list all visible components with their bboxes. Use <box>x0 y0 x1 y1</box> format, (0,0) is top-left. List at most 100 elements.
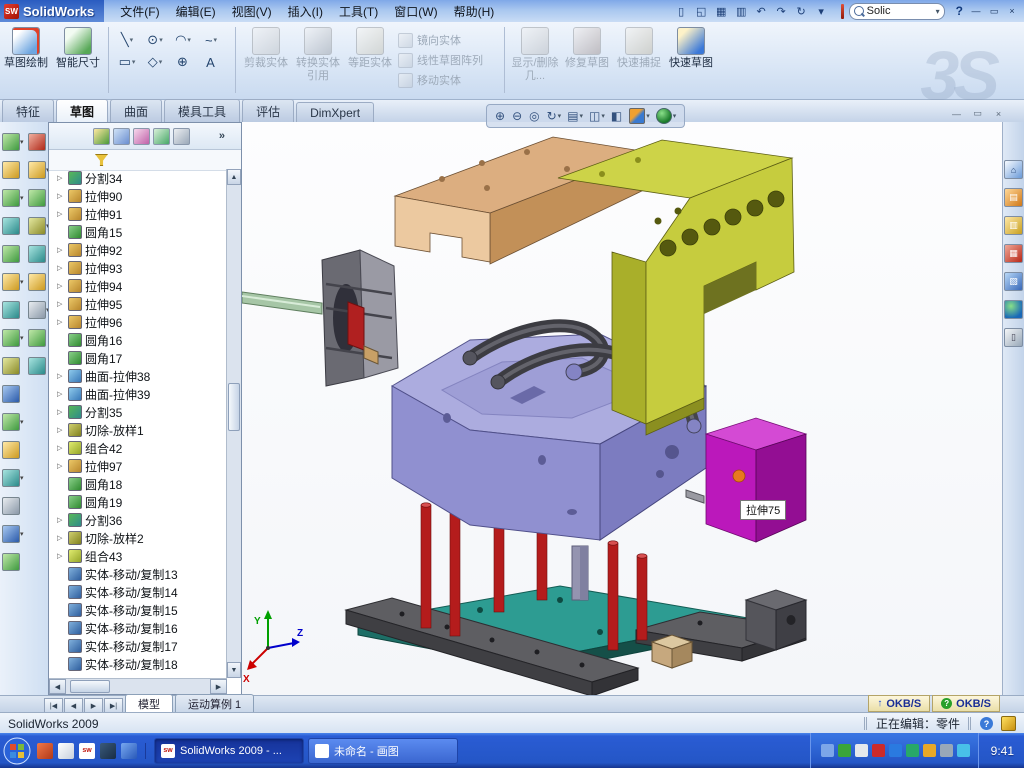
feature-tool-button[interactable] <box>0 492 26 520</box>
feature-tool-button[interactable] <box>0 548 26 576</box>
model-view[interactable]: Y X Z <box>242 122 1002 695</box>
status-help-icon[interactable]: ? <box>980 717 993 730</box>
tray-icon[interactable] <box>906 744 919 757</box>
tree-item[interactable]: ▷ 曲面-拉伸38 <box>49 367 227 385</box>
toolbar-stack-button[interactable]: 镜向实体 <box>396 31 500 49</box>
tree-item[interactable]: 实体-移动/复制18 <box>49 655 227 673</box>
feature-tree-tab-icon[interactable] <box>93 128 110 145</box>
feature-tool-button[interactable] <box>0 380 26 408</box>
dimxpert-manager-tab-icon[interactable] <box>153 128 170 145</box>
tab-nav-icon[interactable]: |◀ <box>44 698 63 713</box>
sketch-entity-button[interactable]: ▭ ▾ <box>113 51 141 73</box>
model-corner-block[interactable] <box>746 590 806 650</box>
tray-icon[interactable] <box>872 744 885 757</box>
quick-launch-icon[interactable] <box>37 743 53 759</box>
start-button[interactable] <box>3 737 31 765</box>
sketch-entity-button[interactable]: A <box>197 51 225 73</box>
ribbon-tab[interactable]: DimXpert <box>296 102 374 122</box>
taskbar-clock[interactable]: 9:41 <box>978 733 1024 768</box>
task-pane-tab-icon[interactable]: ▧ <box>1004 272 1023 291</box>
flyout-caret-icon[interactable]: ▾ <box>130 36 134 44</box>
toolbar-button[interactable]: 显示/删除几... <box>509 25 561 85</box>
tree-item[interactable]: ▷ 拉伸97 <box>49 457 227 475</box>
expand-arrow-icon[interactable]: ▷ <box>57 552 65 560</box>
flyout-caret-icon[interactable]: ▾ <box>646 112 650 120</box>
feature-tool-button[interactable]: ▾ <box>0 464 26 492</box>
standard-toolbar-icon[interactable]: ▥ <box>733 3 750 19</box>
toolbar-button[interactable]: 等距实体 <box>344 25 396 85</box>
expand-arrow-icon[interactable]: ▷ <box>57 408 65 416</box>
view-tool-button[interactable]: ▾ <box>627 107 652 125</box>
document-window-control-icon[interactable]: ▭ <box>969 106 986 121</box>
view-tool-button[interactable]: ⊕ <box>493 108 508 124</box>
view-tool-button[interactable]: ▾ <box>654 107 679 125</box>
model-support-post[interactable] <box>572 546 588 600</box>
tree-item[interactable]: 实体-移动/复制17 <box>49 637 227 655</box>
tray-icon[interactable] <box>923 744 936 757</box>
tray-icon[interactable] <box>940 744 953 757</box>
scroll-left-icon[interactable]: ◀ <box>49 679 66 694</box>
document-window-control-icon[interactable]: — <box>948 106 965 121</box>
sketch-entity-button[interactable]: ⊕ <box>169 51 197 73</box>
expand-arrow-icon[interactable]: ▷ <box>57 372 65 380</box>
expand-arrow-icon[interactable]: ▷ <box>57 516 65 524</box>
graphics-area[interactable]: Y X Z 拉伸75 <box>242 122 1002 695</box>
search-caret-icon[interactable]: ▾ <box>936 7 940 16</box>
ribbon-tab[interactable]: 特征 <box>2 99 54 122</box>
menu-item[interactable]: 编辑(E) <box>168 0 224 23</box>
window-control-icon[interactable]: × <box>1004 4 1020 18</box>
ribbon-tab[interactable]: 模具工具 <box>164 99 240 122</box>
task-pane-tab-icon[interactable]: ▤ <box>1004 188 1023 207</box>
flyout-caret-icon[interactable]: ▾ <box>132 58 136 66</box>
configuration-manager-tab-icon[interactable] <box>133 128 150 145</box>
model-guide-rod[interactable] <box>242 292 322 314</box>
search-input[interactable]: Solic <box>867 5 933 17</box>
tray-icon[interactable] <box>957 744 970 757</box>
feature-tool-button[interactable] <box>0 296 26 324</box>
tree-item[interactable]: 实体-移动/复制13 <box>49 565 227 583</box>
feature-tool-button[interactable] <box>0 352 26 380</box>
sketch-entity-button[interactable]: ⊙ ▾ <box>141 29 169 51</box>
sketch-entity-button[interactable]: ◇ ▾ <box>141 51 169 73</box>
model-slider-clamp[interactable] <box>322 250 398 386</box>
expand-arrow-icon[interactable]: ▷ <box>57 174 65 182</box>
tree-item[interactable]: 圆角19 <box>49 493 227 511</box>
tree-item[interactable]: ▷ 曲面-拉伸39 <box>49 385 227 403</box>
scroll-up-icon[interactable]: ▲ <box>227 169 241 185</box>
expand-arrow-icon[interactable]: ▷ <box>57 264 65 272</box>
tree-item[interactable]: ▷ 拉伸96 <box>49 313 227 331</box>
expand-arrow-icon[interactable]: ▷ <box>57 462 65 470</box>
tab-nav-icon[interactable]: ▶| <box>104 698 123 713</box>
tree-item[interactable]: 圆角17 <box>49 349 227 367</box>
ribbon-tab[interactable]: 草图 <box>56 99 108 122</box>
filter-icon[interactable] <box>95 154 108 166</box>
flyout-caret-icon[interactable]: ▾ <box>601 112 605 120</box>
toolbar-stack-button[interactable]: 移动实体 <box>396 71 500 89</box>
menu-item[interactable]: 帮助(H) <box>446 0 503 23</box>
menu-item[interactable]: 窗口(W) <box>386 0 445 23</box>
tree-item[interactable]: ▷ 分割36 <box>49 511 227 529</box>
expand-arrow-icon[interactable]: ▷ <box>57 444 65 452</box>
quick-launch-icon[interactable] <box>100 743 116 759</box>
scrollbar-thumb[interactable] <box>70 680 110 693</box>
view-tool-button[interactable]: ◎ <box>527 108 542 124</box>
standard-toolbar-icon[interactable]: ▾ <box>813 3 830 19</box>
standard-toolbar-icon[interactable]: ↷ <box>773 3 790 19</box>
feature-tool-button[interactable] <box>0 436 26 464</box>
tree-item[interactable]: ▷ 分割35 <box>49 403 227 421</box>
expand-arrow-icon[interactable]: ▷ <box>57 426 65 434</box>
tree-item[interactable]: ▷ 组合42 <box>49 439 227 457</box>
scrollbar-thumb[interactable] <box>228 383 240 431</box>
toolbar-button[interactable]: 剪裁实体 <box>240 25 292 85</box>
expand-arrow-icon[interactable]: ▷ <box>57 534 65 542</box>
task-pane-tab-icon[interactable]: ▥ <box>1004 216 1023 235</box>
tree-item[interactable]: ▷ 组合43 <box>49 547 227 565</box>
task-pane-tab-icon[interactable]: ▦ <box>1004 244 1023 263</box>
standard-toolbar-icon[interactable]: ▯ <box>673 3 690 19</box>
tree-item[interactable]: ▷ 拉伸95 <box>49 295 227 313</box>
help-button[interactable]: ? <box>951 4 968 18</box>
tree-item[interactable]: 圆角18 <box>49 475 227 493</box>
task-pane-tab-icon[interactable] <box>1004 300 1023 319</box>
toolbar-button[interactable]: 修复草图 <box>561 25 613 85</box>
toolbar-button[interactable]: 转换实体引用 <box>292 25 344 85</box>
